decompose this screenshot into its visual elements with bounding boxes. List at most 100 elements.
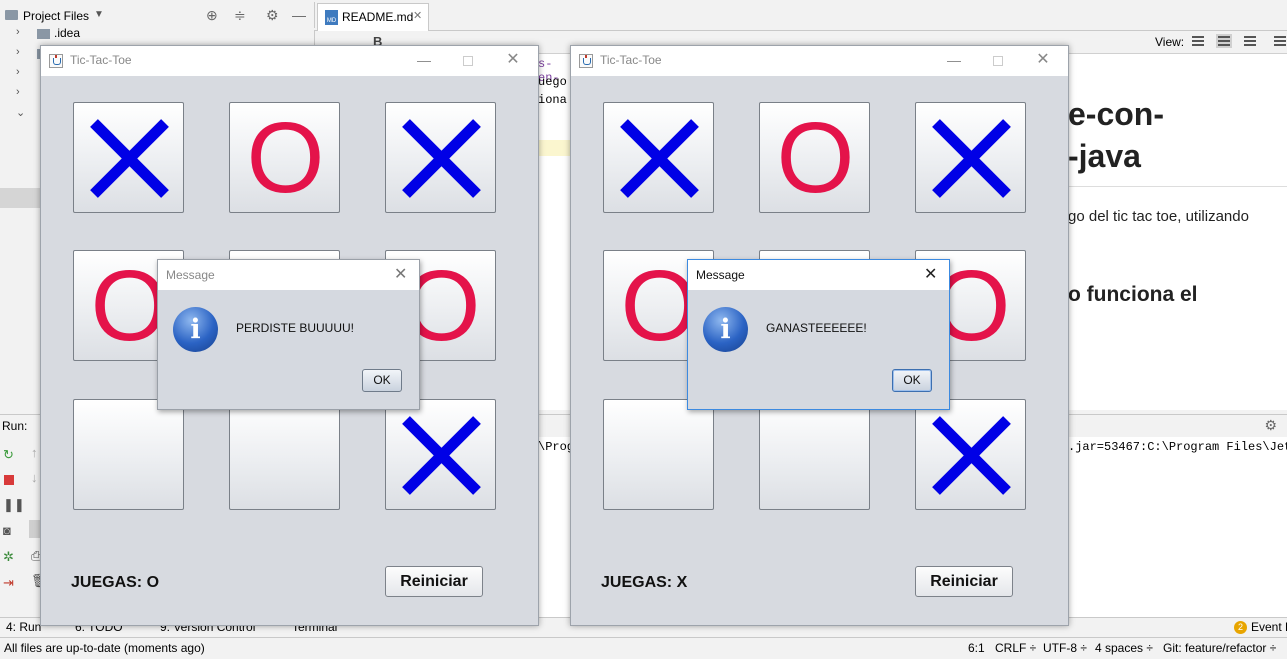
close-button[interactable]: ✕ — [501, 49, 525, 71]
run-label: Run: — [2, 419, 28, 433]
board-cell[interactable] — [603, 399, 714, 510]
tree-item-idea[interactable]: › .idea — [0, 24, 314, 44]
chevron-right-icon[interactable]: › — [16, 26, 20, 38]
preview-heading: o funciona el — [1068, 283, 1198, 306]
turn-label: JUEGAS: O — [71, 574, 160, 591]
console-line: \Prog — [538, 440, 575, 454]
board-cell[interactable] — [73, 399, 184, 510]
layout-icon[interactable] — [1272, 34, 1287, 48]
exit-icon[interactable]: ⇥ — [3, 575, 15, 590]
split-view-icon[interactable] — [1216, 34, 1232, 48]
turn-label: JUEGAS: X — [601, 574, 688, 591]
board-cell[interactable]: O — [229, 102, 340, 214]
markdown-file-icon: MD — [325, 10, 338, 25]
maximize-button[interactable] — [456, 49, 480, 71]
message-dialog: Message ✕ i GANASTEEEEEE! OK — [687, 259, 950, 410]
window-title: Tic-Tac-Toe — [70, 53, 132, 67]
dialog-titlebar[interactable]: Message ✕ — [158, 260, 419, 290]
markdown-preview: e-con- -java go del tic tac toe, utiliza… — [1068, 54, 1287, 410]
close-button[interactable]: ✕ — [394, 264, 407, 284]
status-message: All files are up-to-date (moments ago) — [4, 641, 205, 655]
preview-title-line: -java — [1068, 138, 1141, 174]
stop-icon[interactable] — [4, 475, 14, 485]
tab-event-log[interactable]: 2 Event L — [1234, 620, 1287, 634]
tree-item-label: .idea — [54, 26, 81, 40]
caret-line-highlight — [538, 140, 570, 156]
tab-run[interactable]: 4: Run — [6, 620, 41, 634]
gear-icon[interactable]: ⚙ — [1264, 417, 1277, 434]
board-cell[interactable] — [603, 102, 714, 213]
ok-button[interactable]: OK — [892, 369, 932, 392]
chevron-right-icon[interactable]: › — [16, 46, 20, 58]
dialog-title: Message — [166, 268, 215, 282]
pause-icon[interactable]: ❚❚ — [3, 497, 25, 512]
x-mark — [932, 416, 1011, 495]
window-titlebar[interactable]: Tic-Tac-Toe — ✕ — [571, 46, 1068, 76]
ok-button[interactable]: OK — [362, 369, 402, 392]
board-cell[interactable] — [385, 102, 496, 213]
event-log-label: Event L — [1251, 620, 1287, 634]
project-title: Project Files — [23, 9, 90, 23]
dialog-message: GANASTEEEEEE! — [766, 321, 867, 335]
preview-title-line: e-con- — [1068, 96, 1164, 132]
java-app-icon — [49, 54, 63, 68]
message-dialog: Message ✕ i PERDISTE BUUUUU! OK — [157, 259, 420, 410]
rerun-icon[interactable]: ↻ — [3, 447, 15, 462]
o-mark: O — [246, 102, 325, 214]
gear-icon[interactable]: ⚙ — [266, 7, 279, 24]
folder-icon — [5, 10, 18, 20]
indent-setting[interactable]: 4 spaces ÷ — [1095, 641, 1153, 655]
board-cell[interactable] — [759, 399, 870, 510]
board-cell[interactable] — [915, 399, 1026, 510]
window-titlebar[interactable]: Tic-Tac-Toe — ✕ — [41, 46, 538, 76]
file-encoding[interactable]: UTF-8 ÷ — [1043, 641, 1087, 655]
board-cell[interactable]: O — [759, 102, 870, 214]
board-cell[interactable] — [229, 399, 340, 510]
chevron-down-icon[interactable]: ▼ — [94, 9, 104, 20]
locate-icon[interactable]: ⊕ — [206, 7, 218, 24]
editor-line: uego — [538, 75, 567, 89]
camera-icon[interactable]: ◙ — [3, 523, 15, 538]
view-label: View: — [1155, 35, 1185, 49]
status-bar: All files are up-to-date (moments ago) 6… — [0, 637, 1287, 659]
java-app-icon — [579, 54, 593, 68]
info-icon: i — [173, 307, 218, 352]
cursor-position[interactable]: 6:1 — [968, 641, 985, 655]
preview-paragraph: go del tic tac toe, utilizando — [1068, 208, 1249, 225]
collapse-icon[interactable]: ≑ — [234, 7, 246, 24]
board-cell[interactable] — [73, 102, 184, 213]
x-mark — [402, 119, 481, 198]
o-mark: O — [776, 102, 855, 214]
reset-button[interactable]: Reiniciar — [385, 566, 483, 597]
preview-divider — [1068, 186, 1287, 187]
close-button[interactable]: ✕ — [924, 264, 937, 284]
git-branch[interactable]: Git: feature/refactor ÷ — [1163, 641, 1276, 655]
folder-icon — [37, 29, 50, 39]
editor-only-icon[interactable] — [1190, 34, 1206, 48]
maximize-button[interactable] — [986, 49, 1010, 71]
window-title: Tic-Tac-Toe — [600, 53, 662, 67]
tab-readme[interactable]: MD README.md ✕ — [317, 3, 429, 31]
x-mark — [90, 119, 169, 198]
dialog-message: PERDISTE BUUUUU! — [236, 321, 355, 335]
hide-icon[interactable]: — — [292, 7, 306, 23]
debug-icon[interactable]: ✲ — [3, 549, 15, 564]
minimize-button[interactable]: — — [942, 49, 966, 71]
close-icon[interactable]: ✕ — [413, 9, 422, 22]
dialog-title: Message — [696, 268, 745, 282]
info-icon: i — [703, 307, 748, 352]
minimize-button[interactable]: — — [412, 49, 436, 71]
line-separator[interactable]: CRLF ÷ — [995, 641, 1036, 655]
preview-only-icon[interactable] — [1242, 34, 1258, 48]
x-mark — [620, 119, 699, 198]
board-cell[interactable] — [915, 102, 1026, 213]
close-button[interactable]: ✕ — [1031, 49, 1055, 71]
x-mark — [932, 119, 1011, 198]
console-line: .jar=53467:C:\Program Files\JetB — [1068, 440, 1287, 454]
reset-button[interactable]: Reiniciar — [915, 566, 1013, 597]
tab-readme-label: README.md — [342, 10, 414, 24]
dialog-titlebar[interactable]: Message ✕ — [688, 260, 949, 290]
editor-line: iona — [538, 93, 567, 107]
board-cell[interactable] — [385, 399, 496, 510]
x-mark — [402, 416, 481, 495]
